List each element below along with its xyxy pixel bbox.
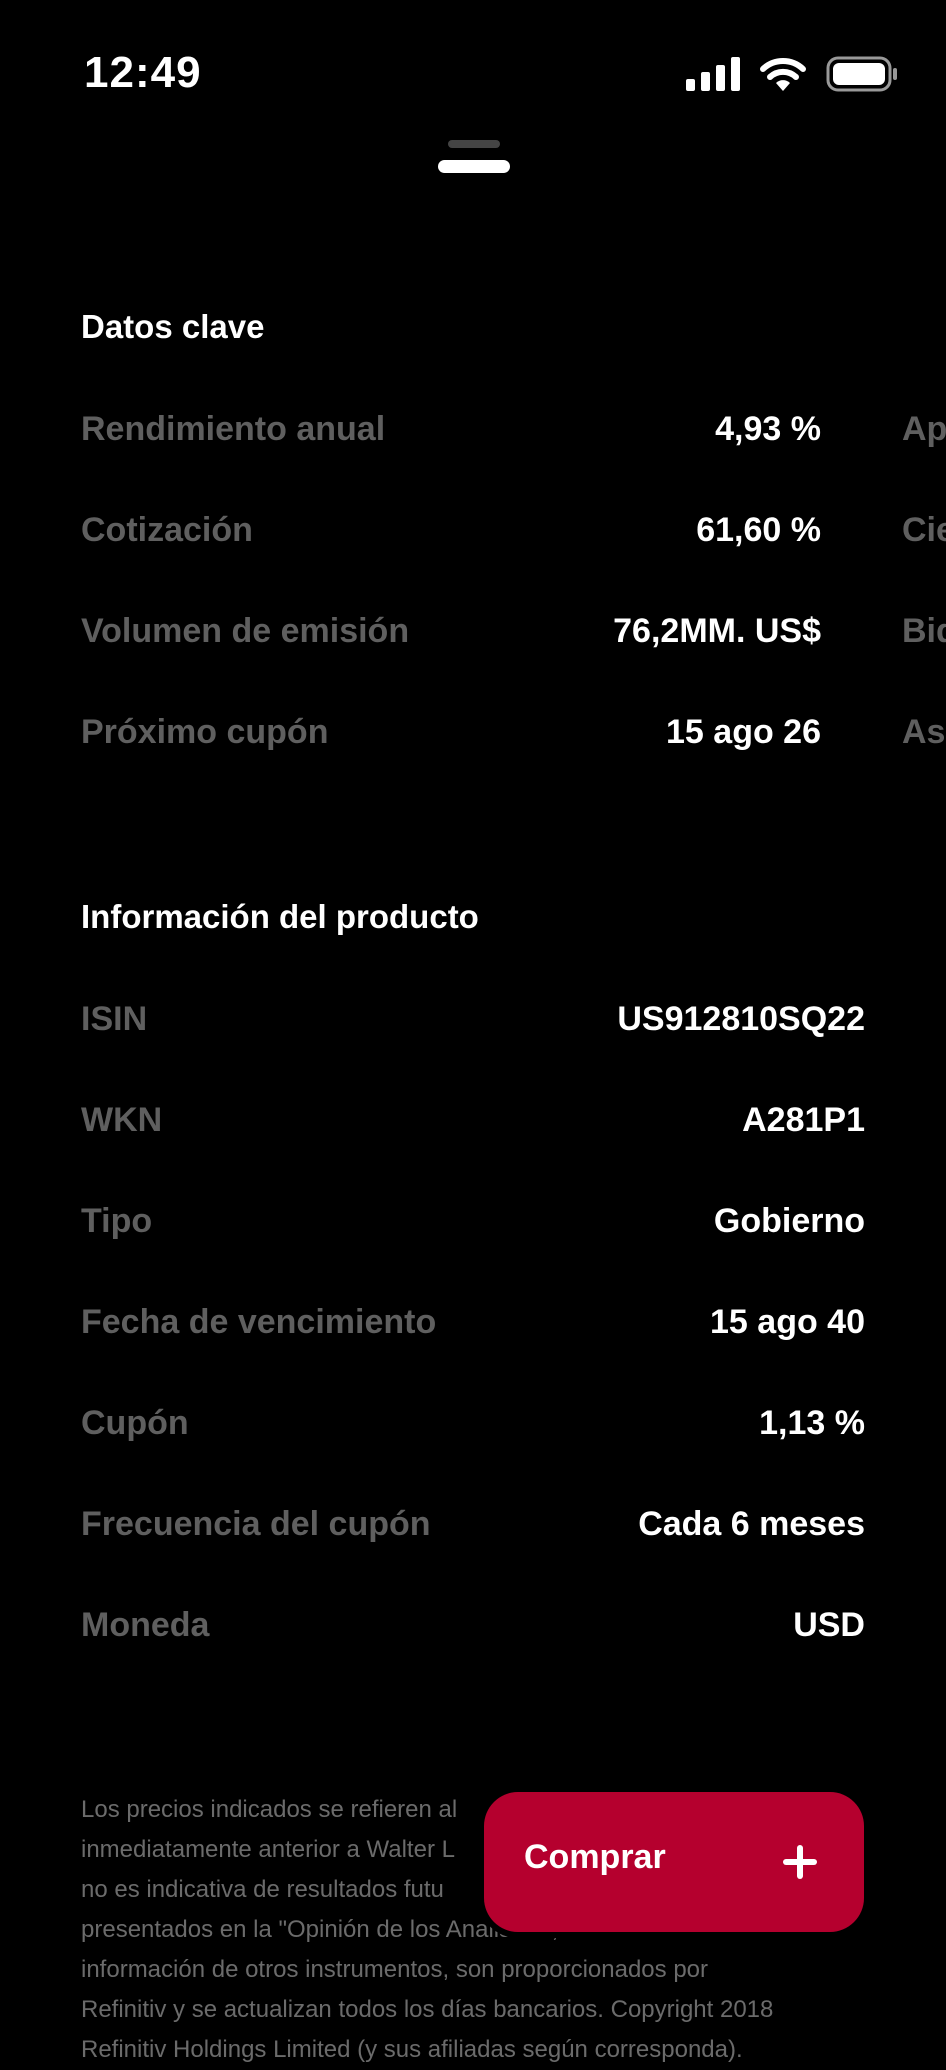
- status-bar: 12:49: [0, 0, 946, 150]
- product-info-row: Cupón 1,13 %: [81, 1404, 865, 1454]
- row-label: Cotización: [81, 511, 253, 549]
- row-label: Frecuencia del cupón: [81, 1505, 431, 1543]
- plus-icon: [783, 1845, 817, 1879]
- product-info-row: Moneda USD: [81, 1606, 865, 1656]
- product-info-row: Frecuencia del cupón Cada 6 meses: [81, 1505, 865, 1555]
- row-value: Cada 6 meses: [638, 1505, 865, 1543]
- status-icons: [686, 56, 898, 92]
- row-label: Fecha de vencimiento: [81, 1303, 437, 1341]
- product-info-row: WKN A281P1: [81, 1101, 865, 1151]
- row-value: 15 ago 26: [666, 713, 821, 751]
- row-value: A281P1: [742, 1101, 865, 1139]
- row-value: Gobierno: [713, 1202, 865, 1240]
- row-value: 76,2MM. US$: [613, 612, 821, 650]
- product-info-row: ISIN US912810SQ22: [81, 1000, 865, 1050]
- disclaimer-line: información de otros instrumentos, son p…: [81, 1956, 708, 1983]
- row-label: ISIN: [81, 1000, 148, 1038]
- next-column-label: Ap: [902, 410, 946, 448]
- signal-icon: [686, 57, 740, 91]
- sheet-grabber[interactable]: [438, 140, 510, 176]
- product-info-row: Fecha de vencimiento 15 ago 40: [81, 1303, 865, 1353]
- row-value: 4,93 %: [715, 410, 821, 448]
- row-label: Próximo cupón: [81, 713, 329, 751]
- row-label: WKN: [81, 1101, 163, 1139]
- row-value: 61,60 %: [696, 511, 821, 549]
- row-label: Tipo: [81, 1202, 153, 1240]
- row-label: Rendimiento anual: [81, 410, 386, 448]
- buy-button[interactable]: Comprar: [484, 1792, 864, 1932]
- wifi-icon: [760, 58, 806, 91]
- disclaimer-line: Refinitiv Holdings Limited (y sus afilia…: [81, 2036, 743, 2063]
- row-value: 15 ago 40: [710, 1303, 865, 1341]
- key-data-row: Rendimiento anual 4,93 %: [81, 410, 821, 460]
- row-label: Moneda: [81, 1606, 210, 1644]
- key-data-row: Volumen de emisión 76,2MM. US$: [81, 612, 821, 662]
- key-data-row: Cotización 61,60 %: [81, 511, 821, 561]
- row-value: USD: [793, 1606, 865, 1644]
- row-value: 1,13 %: [759, 1404, 865, 1442]
- buy-button-label: Comprar: [524, 1838, 666, 1876]
- key-data-row: Próximo cupón 15 ago 26: [81, 713, 821, 763]
- product-info-title: Información del producto: [81, 898, 479, 935]
- row-label: Cupón: [81, 1404, 189, 1442]
- disclaimer-line: Refinitiv y se actualizan todos los días…: [81, 1996, 774, 2023]
- key-data-title: Datos clave: [81, 308, 265, 345]
- next-column-label: Cie: [902, 511, 946, 549]
- next-column-label: Bid: [902, 612, 946, 650]
- row-value: US912810SQ22: [617, 1000, 865, 1038]
- next-column-label: As: [902, 713, 946, 751]
- row-label: Volumen de emisión: [81, 612, 410, 650]
- product-info-row: Tipo Gobierno: [81, 1202, 865, 1252]
- battery-icon: [826, 56, 897, 92]
- status-time: 12:49: [84, 48, 202, 97]
